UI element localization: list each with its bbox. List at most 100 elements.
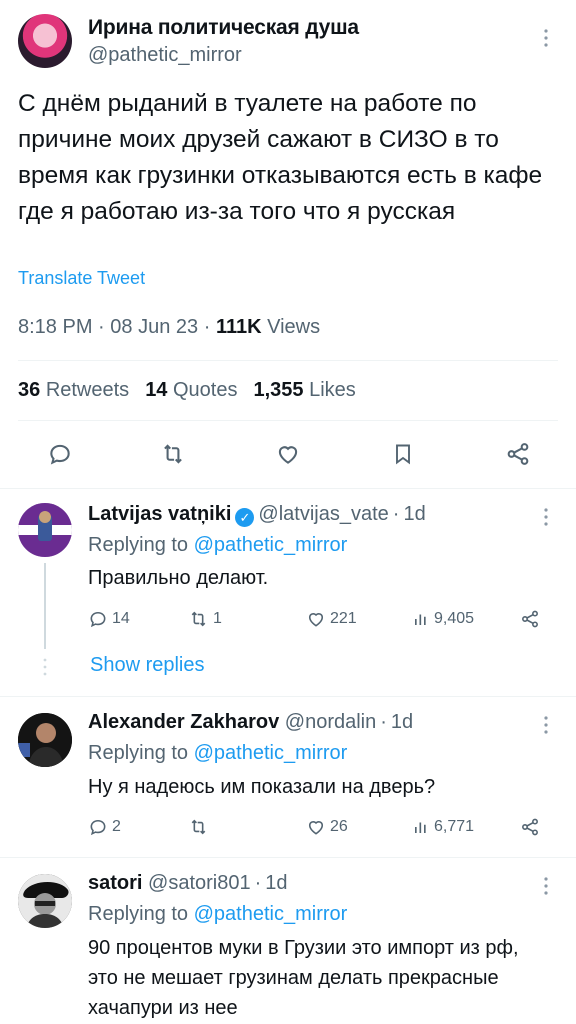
heart-icon	[308, 821, 324, 835]
reply-author-name[interactable]: Latvijas vatņiki	[88, 503, 231, 525]
reply-age[interactable]: 1d	[391, 711, 413, 733]
likes-label: Likes	[309, 379, 356, 401]
separator: ·	[203, 316, 211, 338]
retweet-icon	[191, 819, 206, 835]
replying-prefix: Replying to	[88, 534, 189, 556]
reply-author-handle[interactable]: @nordalin	[285, 711, 376, 733]
translate-tweet-link[interactable]: Translate Tweet	[18, 268, 145, 289]
reply-header: Alexander Zakharov @nordalin · 1d	[88, 711, 413, 734]
reply-button[interactable]: 14	[88, 609, 130, 629]
likes-count: 1,355	[253, 379, 304, 401]
reply-text: Правильно делают.	[88, 567, 269, 589]
bookmark-icon	[396, 444, 410, 465]
share-icon	[507, 443, 529, 465]
reply-icon	[90, 819, 106, 836]
avatar[interactable]	[18, 874, 72, 928]
reply-tweet[interactable]: satori @satori801 · 1d Replying to @pathet…	[0, 858, 576, 1024]
share-icon	[522, 818, 538, 836]
like-button[interactable]: 221	[306, 609, 357, 629]
show-replies-link[interactable]: Show replies	[90, 654, 205, 677]
retweets-count: 36	[18, 379, 41, 401]
more-vertical-icon[interactable]	[543, 876, 549, 896]
share-button[interactable]	[500, 436, 536, 472]
retweet-icon	[164, 444, 182, 464]
reply-author-name[interactable]: satori	[88, 872, 142, 894]
dotted-thread-icon	[42, 657, 48, 677]
reply-text: Ну я надеюсь им показали на дверь?	[88, 776, 436, 798]
separator: ·	[380, 711, 387, 733]
separator: ·	[98, 316, 105, 338]
likes-stat[interactable]: 1,355 Likes	[253, 379, 355, 402]
separator: ·	[254, 872, 262, 894]
share-button[interactable]	[520, 609, 540, 629]
like-count: 26	[330, 818, 348, 835]
avatar[interactable]	[18, 14, 72, 68]
quotes-stat[interactable]: 14 Quotes	[145, 379, 237, 402]
author-handle[interactable]: @pathetic_mirror	[88, 44, 242, 67]
retweet-button[interactable]	[188, 817, 213, 837]
reply-icon	[50, 444, 70, 465]
view-count: 6,771	[434, 818, 475, 835]
retweet-button[interactable]	[155, 436, 191, 472]
reply-actions: 2 26 6,771	[88, 817, 548, 843]
like-button[interactable]	[270, 436, 306, 472]
avatar[interactable]	[18, 713, 72, 767]
reply-text: 90 процентов муки в Грузии это импорт из…	[88, 937, 519, 1019]
tweet-time[interactable]: 8:18 PM	[18, 316, 92, 338]
share-icon	[522, 610, 538, 628]
tweet-stats: 36 Retweets 14 Quotes 1,355 Likes	[18, 379, 356, 402]
more-vertical-icon[interactable]	[543, 715, 549, 735]
reply-header: Latvijas vatņiki ✓ @latvijas_vate · 1d	[88, 503, 426, 527]
heart-icon	[278, 446, 298, 464]
like-button[interactable]: 26	[306, 817, 348, 837]
replying-to-link[interactable]: @pathetic_mirror	[194, 903, 348, 925]
replying-to: Replying to @pathetic_mirror	[88, 534, 347, 557]
reply-tweet[interactable]: Latvijas vatņiki ✓ @latvijas_vate · 1d Reply…	[0, 489, 576, 695]
views-button[interactable]: 9,405	[412, 609, 474, 629]
separator: ·	[392, 503, 400, 525]
reply-author-handle[interactable]: @satori801	[148, 872, 251, 894]
thread-line	[44, 563, 46, 649]
author-name[interactable]: Ирина политическая душа	[88, 16, 359, 40]
divider	[18, 420, 558, 421]
retweet-count: 1	[213, 610, 222, 627]
replying-prefix: Replying to	[88, 742, 189, 764]
quotes-label: Quotes	[173, 379, 238, 401]
reply-tweet[interactable]: Alexander Zakharov @nordalin · 1d Replying…	[0, 697, 576, 857]
more-vertical-icon[interactable]	[543, 507, 549, 527]
share-button[interactable]	[520, 817, 540, 837]
avatar[interactable]	[18, 503, 72, 557]
reply-button[interactable]	[42, 436, 78, 472]
replying-to: Replying to @pathetic_mirror	[88, 742, 347, 765]
views-button[interactable]: 6,771	[412, 817, 474, 837]
divider	[18, 360, 558, 361]
views-icon	[415, 822, 426, 833]
bookmark-button[interactable]	[385, 436, 421, 472]
view-count: 9,405	[434, 610, 475, 627]
tweet-meta: 8:18 PM · 08 Jun 23 · 111K Views	[18, 316, 320, 339]
quotes-count: 14	[145, 379, 168, 401]
tweet-actions	[0, 436, 576, 476]
replying-to: Replying to @pathetic_mirror	[88, 903, 347, 926]
more-vertical-icon[interactable]	[543, 28, 549, 48]
reply-age[interactable]: 1d	[265, 872, 287, 894]
heart-icon	[308, 613, 324, 627]
reply-age[interactable]: 1d	[403, 503, 425, 525]
views-label: Views	[267, 316, 321, 338]
replying-to-link[interactable]: @pathetic_mirror	[194, 742, 348, 764]
reply-author-name[interactable]: Alexander Zakharov	[88, 711, 279, 733]
tweet-date[interactable]: 08 Jun 23	[110, 316, 198, 338]
views-icon	[415, 614, 426, 625]
reply-header: satori @satori801 · 1d	[88, 872, 288, 895]
reply-count: 14	[112, 610, 130, 627]
retweets-stat[interactable]: 36 Retweets	[18, 379, 129, 402]
retweets-label: Retweets	[45, 379, 130, 401]
retweet-icon	[191, 611, 206, 627]
retweet-button[interactable]: 1	[188, 609, 222, 629]
reply-count: 2	[112, 818, 121, 835]
replying-to-link[interactable]: @pathetic_mirror	[194, 534, 348, 556]
reply-button[interactable]: 2	[88, 817, 121, 837]
reply-author-handle[interactable]: @latvijas_vate	[258, 503, 388, 525]
like-count: 221	[330, 610, 357, 627]
reply-actions: 14 1 221 9,405	[88, 609, 548, 635]
